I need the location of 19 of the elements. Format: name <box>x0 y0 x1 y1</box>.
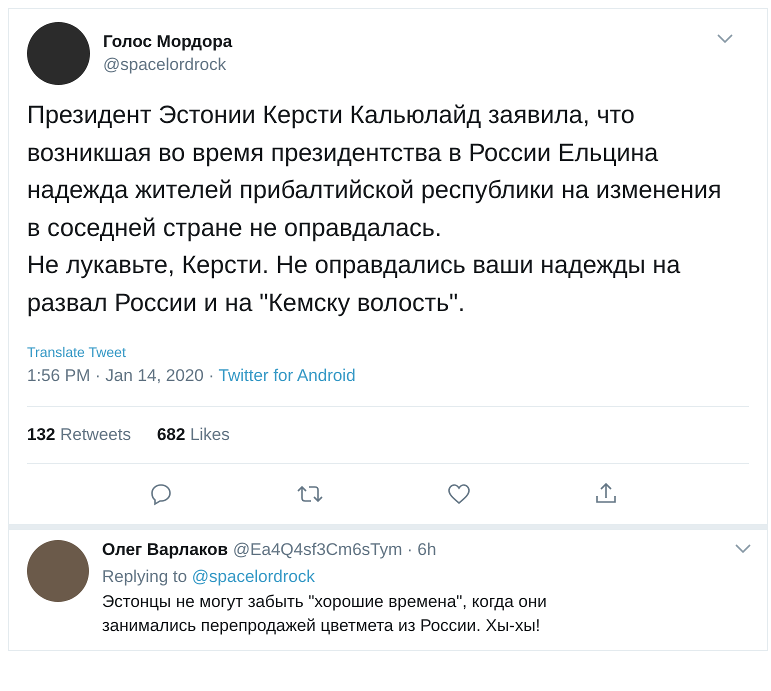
tweet-text: Президент Эстонии Керсти Кальюлайд заявила, что возникшая во время президентства в России Ельцина надежда жителей прибалтийской республики на изменения в соседней стране не оправдалась. <box>27 100 722 244</box>
chevron-down-icon[interactable] <box>717 34 733 44</box>
author-name[interactable]: Голос Мордора <box>103 32 232 52</box>
translate-link[interactable]: Translate Tweet <box>27 344 126 360</box>
reply-text: Эстонцы не могут забыть "хорошие времена", когда они занимались перепродажей цветмета из России. Хы-хы! <box>102 591 548 637</box>
tweet-text: Не лукавьте, Керсти. Не оправдались ваши надежды на развал России и на "Кемску волость". <box>27 250 682 318</box>
author-handle[interactable]: @Ea4Q4sf3Cm6sTym · 6h <box>232 540 436 559</box>
reply-icon[interactable] <box>148 482 172 506</box>
stat-count[interactable]: 132 Retweets <box>27 425 131 445</box>
stat-count[interactable]: 682 Likes <box>156 425 230 445</box>
replying-label: Replying to <box>102 567 188 586</box>
author-name[interactable]: Олег Варлаков <box>102 540 228 559</box>
tweet-timestamp[interactable]: 1:56 PM · Jan 14, 2020 · <box>27 366 219 385</box>
chevron-down-icon[interactable] <box>735 544 751 554</box>
share-icon[interactable] <box>594 482 618 506</box>
source-link[interactable]: Twitter for Android <box>218 366 356 385</box>
heart-icon[interactable] <box>446 482 470 506</box>
mention-link[interactable]: @spacelordrock <box>192 567 315 586</box>
author-handle[interactable]: @spacelordrock <box>103 55 232 75</box>
